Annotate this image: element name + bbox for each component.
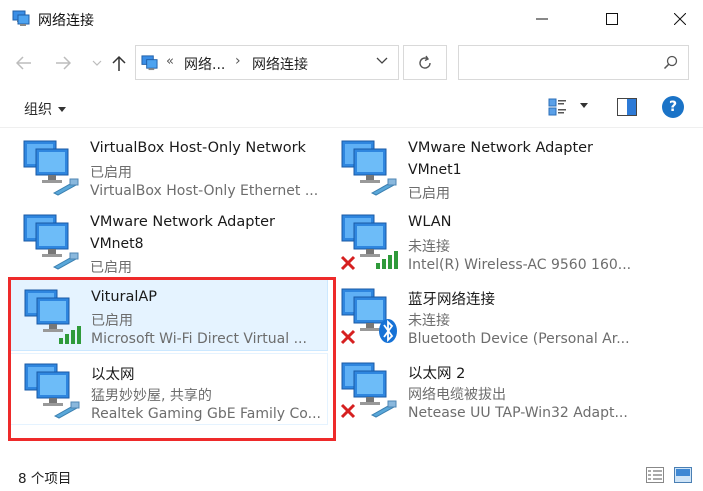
chevron-down-icon bbox=[92, 60, 102, 66]
disconnected-x-icon bbox=[340, 329, 356, 345]
organize-button[interactable]: 组织 bbox=[24, 99, 66, 119]
ethernet-adapter-icon bbox=[23, 140, 79, 196]
status-bar: 8 个项目 bbox=[0, 460, 703, 491]
connection-status: 已启用 bbox=[90, 165, 132, 181]
refresh-button[interactable] bbox=[403, 45, 447, 80]
connection-name-line2: VMnet1 bbox=[408, 162, 462, 178]
disconnected-x-icon bbox=[340, 255, 356, 271]
list-item-bluetooth[interactable]: 蓝牙网络连接 未连接 Bluetooth Device (Personal Ar… bbox=[328, 279, 646, 351]
minimize-button[interactable] bbox=[519, 0, 565, 38]
window-title: 网络连接 bbox=[38, 13, 94, 29]
address-bar[interactable]: « 网络... › 网络连接 bbox=[135, 45, 399, 80]
breadcrumb-overflow[interactable]: « bbox=[166, 54, 174, 69]
command-toolbar: 组织 ? bbox=[0, 88, 703, 128]
close-button[interactable] bbox=[657, 0, 703, 38]
breadcrumb-network-connections[interactable]: 网络连接 bbox=[252, 54, 308, 74]
details-view-icon[interactable] bbox=[646, 467, 664, 483]
connection-device: Intel(R) Wireless-AC 9560 160... bbox=[408, 257, 632, 273]
connection-name: VMware Network Adapter bbox=[90, 214, 276, 230]
arrow-right-icon bbox=[56, 56, 71, 70]
organize-label: 组织 bbox=[24, 102, 52, 118]
ethernet-adapter-icon bbox=[23, 214, 79, 270]
connection-name: VMware Network Adapter bbox=[408, 140, 594, 156]
close-icon bbox=[674, 13, 686, 25]
caret-down-icon bbox=[58, 106, 66, 112]
search-icon bbox=[663, 55, 678, 70]
connection-name: VirtualBox Host-Only Network bbox=[90, 140, 306, 156]
ethernet-adapter-icon bbox=[341, 140, 397, 196]
list-item-vmnet8[interactable]: VMware Network Adapter VMnet8 已启用 bbox=[10, 205, 328, 277]
bluetooth-adapter-icon bbox=[340, 288, 397, 345]
arrow-left-icon bbox=[16, 56, 31, 70]
connection-status: 已启用 bbox=[90, 260, 132, 276]
connection-status: 已启用 bbox=[408, 186, 450, 202]
list-item-virtualbox[interactable]: VirtualBox Host-Only Network 已启用 Virtual… bbox=[10, 131, 328, 203]
search-input[interactable] bbox=[458, 45, 689, 80]
connection-device: VirtualBox Host-Only Ethernet ... bbox=[90, 183, 319, 199]
connection-name: WLAN bbox=[408, 214, 452, 230]
tiles-view-icon[interactable] bbox=[674, 467, 692, 483]
connection-name-line2: VMnet8 bbox=[90, 236, 144, 252]
connection-status: 未连接 bbox=[408, 239, 450, 255]
wifi-adapter-icon bbox=[340, 214, 398, 271]
refresh-icon bbox=[419, 55, 431, 69]
breadcrumb-chevron[interactable]: › bbox=[235, 53, 241, 69]
breadcrumb-network[interactable]: 网络... bbox=[184, 54, 225, 74]
connection-device: Bluetooth Device (Personal Ar... bbox=[408, 331, 630, 347]
network-connections-icon bbox=[141, 55, 158, 71]
minimize-icon bbox=[536, 18, 548, 20]
connection-name: 蓝牙网络连接 bbox=[408, 292, 495, 308]
caret-down-icon[interactable] bbox=[580, 103, 588, 108]
help-button[interactable]: ? bbox=[662, 96, 684, 118]
connection-device: Netease UU TAP-Win32 Adapt... bbox=[408, 405, 628, 421]
list-item-wlan[interactable]: WLAN 未连接 Intel(R) Wireless-AC 9560 160..… bbox=[328, 205, 646, 277]
ethernet-adapter-icon bbox=[340, 362, 397, 419]
back-button[interactable] bbox=[11, 50, 37, 76]
change-view-icon[interactable] bbox=[548, 97, 568, 117]
connection-status: 网络电缆被拔出 bbox=[408, 387, 506, 403]
connection-status: 未连接 bbox=[408, 313, 450, 329]
arrow-up-icon bbox=[112, 55, 126, 71]
title-bar: 网络连接 bbox=[0, 0, 703, 38]
disconnected-x-icon bbox=[340, 403, 356, 419]
chevron-down-icon[interactable] bbox=[376, 57, 388, 65]
maximize-icon bbox=[606, 13, 618, 25]
maximize-button[interactable] bbox=[589, 0, 635, 38]
preview-pane-icon[interactable] bbox=[617, 98, 637, 116]
up-button[interactable] bbox=[106, 50, 132, 76]
list-item-vmnet1[interactable]: VMware Network Adapter VMnet1 已启用 bbox=[328, 131, 646, 203]
forward-button[interactable] bbox=[50, 50, 76, 76]
annotation-highlight-box bbox=[8, 277, 336, 441]
list-item-ethernet-2[interactable]: 以太网 2 网络电缆被拔出 Netease UU TAP-Win32 Adapt… bbox=[328, 353, 646, 425]
network-connections-icon bbox=[12, 10, 30, 26]
connection-name: 以太网 2 bbox=[408, 366, 466, 382]
item-count: 8 个项目 bbox=[18, 471, 72, 487]
